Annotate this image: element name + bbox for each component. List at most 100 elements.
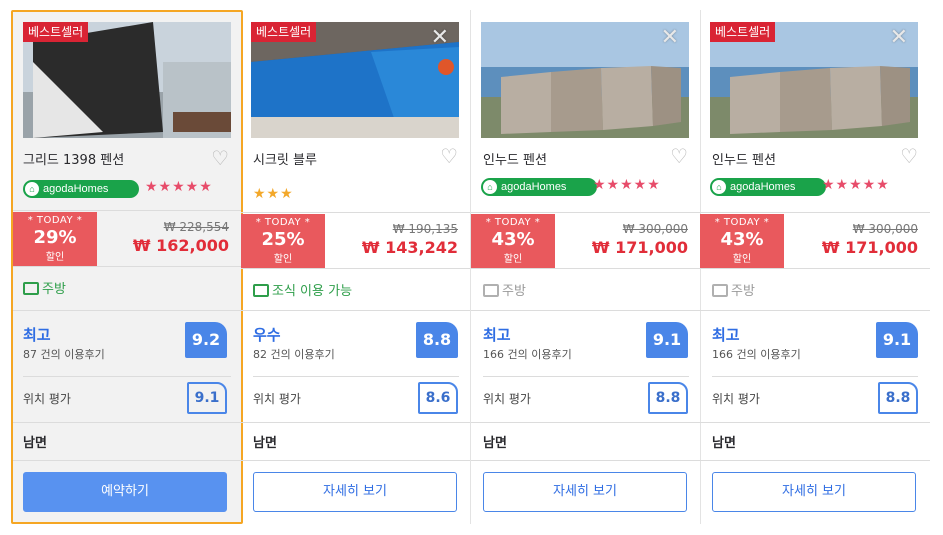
bestseller-badge: 베스트셀러 [710, 22, 776, 42]
original-price: ₩ 228,554 [163, 220, 229, 234]
divider [13, 310, 241, 311]
star-rating: ★★★★★ [822, 177, 890, 193]
home-icon: ⌂ [483, 180, 497, 194]
discount-label: 할인 [273, 254, 293, 265]
review-count[interactable]: 82 건의 이용후기 [253, 346, 335, 362]
close-icon[interactable]: ✕ [661, 27, 679, 49]
hotel-name[interactable]: 그리드 1398 펜션 [23, 149, 124, 168]
close-icon[interactable]: ✕ [431, 27, 449, 49]
rating-word: 우수 [253, 326, 281, 344]
hotel-photo[interactable]: 베스트셀러 ✕ [251, 22, 459, 138]
area-name: 남면 [253, 436, 277, 451]
divider [471, 460, 700, 461]
details-button[interactable]: 자세히 보기 [483, 472, 687, 512]
today-label: * TODAY * [485, 217, 541, 228]
review-score: 9.1 [646, 322, 688, 358]
home-icon: ⌂ [25, 182, 39, 196]
divider [700, 212, 930, 213]
discount-percent: 25% [261, 229, 305, 250]
divider [13, 266, 241, 267]
hotel-card-1[interactable]: 베스트셀러 그리드 1398 펜션 ♡ ⌂ agodaHomes ★★★★★ * … [11, 10, 243, 524]
location-label: 위치 평가 [483, 392, 531, 406]
rating-word: 최고 [23, 326, 51, 344]
discounted-price: ₩ 143,242 [361, 238, 458, 257]
hotel-photo[interactable]: ✕ [481, 22, 689, 138]
amenity-label: 주방 [42, 282, 66, 297]
agoda-homes-badge: ⌂ agodaHomes [23, 180, 139, 198]
review-count[interactable]: 87 건의 이용후기 [23, 346, 105, 362]
today-discount: * TODAY * 43% 할인 [471, 214, 555, 268]
star-rating: ★★★★★ [145, 179, 213, 195]
hotel-image [481, 22, 689, 138]
heart-icon[interactable]: ♡ [440, 145, 458, 167]
discount-label: 할인 [45, 252, 65, 263]
agoda-label: agodaHomes [730, 181, 796, 193]
original-price: ₩ 300,000 [622, 222, 688, 236]
divider [241, 268, 470, 269]
divider [13, 422, 241, 423]
agoda-label: agodaHomes [501, 181, 567, 193]
kitchen-icon [23, 282, 39, 295]
book-button[interactable]: 예약하기 [23, 472, 227, 512]
agoda-label: agodaHomes [43, 183, 109, 195]
amenity: 주방 [483, 280, 526, 299]
review-score: 8.8 [416, 322, 458, 358]
discount-percent: 43% [491, 229, 535, 250]
review-score: 9.1 [876, 322, 918, 358]
today-label: * TODAY * [255, 217, 311, 228]
amenity: 주방 [712, 280, 755, 299]
location-label: 위치 평가 [253, 392, 301, 406]
heart-icon[interactable]: ♡ [900, 145, 918, 167]
divider [471, 422, 700, 423]
divider [241, 460, 470, 461]
today-label: * TODAY * [714, 217, 770, 228]
agoda-homes-badge: ⌂ agodaHomes [481, 178, 597, 196]
today-discount: * TODAY * 25% 할인 [241, 214, 325, 268]
location-score: 8.8 [648, 382, 688, 414]
divider [241, 310, 470, 311]
details-button[interactable]: 자세히 보기 [253, 472, 457, 512]
kitchen-icon [712, 284, 728, 297]
divider [712, 376, 918, 377]
close-icon[interactable]: ✕ [890, 27, 908, 49]
rating-word: 최고 [712, 326, 740, 344]
divider [13, 210, 241, 211]
discount-label: 할인 [503, 254, 523, 265]
hotel-card-2[interactable]: 베스트셀러 ✕ 시크릿 블루 ♡ ★★★ * TODAY * 25% 할인 ₩ … [241, 10, 471, 524]
kitchen-icon [483, 284, 499, 297]
review-score: 9.2 [185, 322, 227, 358]
location-label: 위치 평가 [712, 392, 760, 406]
amenity-label: 주방 [502, 284, 526, 299]
divider [471, 212, 700, 213]
today-discount: * TODAY * 43% 할인 [700, 214, 784, 268]
coffee-icon [253, 284, 269, 297]
heart-icon[interactable]: ♡ [670, 145, 688, 167]
discount-percent: 29% [33, 227, 77, 248]
bestseller-badge: 베스트셀러 [23, 22, 89, 42]
today-discount: * TODAY * 29% 할인 [13, 212, 97, 266]
discounted-price: ₩ 171,000 [591, 238, 688, 257]
divider [13, 460, 241, 461]
hotel-card-3[interactable]: ✕ 인누드 펜션 ♡ ⌂ agodaHomes ★★★★★ * TODAY * 4… [471, 10, 701, 524]
hotel-name[interactable]: 인누드 펜션 [712, 149, 776, 168]
amenity: 조식 이용 가능 [253, 280, 352, 299]
divider [700, 460, 930, 461]
discount-percent: 43% [720, 229, 764, 250]
review-count[interactable]: 166 건의 이용후기 [712, 346, 801, 362]
area-name: 남면 [483, 436, 507, 451]
hotel-name[interactable]: 인누드 펜션 [483, 149, 547, 168]
agoda-homes-badge: ⌂ agodaHomes [710, 178, 826, 196]
details-button[interactable]: 자세히 보기 [712, 472, 916, 512]
rating-word: 최고 [483, 326, 511, 344]
heart-icon[interactable]: ♡ [211, 147, 229, 169]
hotel-photo[interactable]: 베스트셀러 [23, 22, 231, 138]
location-score: 8.8 [878, 382, 918, 414]
hotel-card-4[interactable]: 베스트셀러 ✕ 인누드 펜션 ♡ ⌂ agodaHomes ★★★★★ * TOD… [700, 10, 930, 524]
review-count[interactable]: 166 건의 이용후기 [483, 346, 572, 362]
amenity-label: 주방 [731, 284, 755, 299]
divider [253, 376, 459, 377]
hotel-photo[interactable]: 베스트셀러 ✕ [710, 22, 918, 138]
discounted-price: ₩ 171,000 [821, 238, 918, 257]
hotel-name[interactable]: 시크릿 블루 [253, 149, 317, 168]
location-score: 9.1 [187, 382, 227, 414]
